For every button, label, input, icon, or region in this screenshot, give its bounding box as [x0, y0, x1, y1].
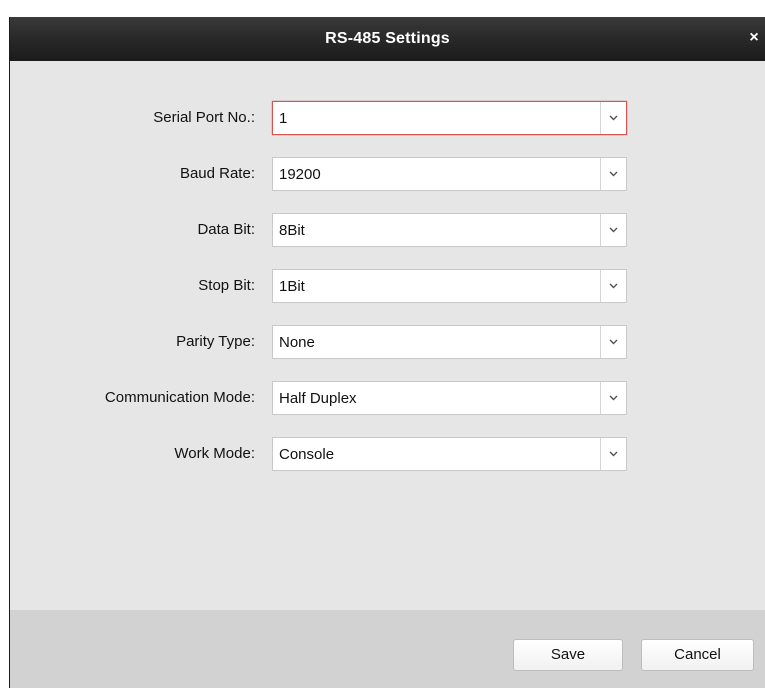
- dialog-titlebar: RS-485 Settings ×: [10, 17, 765, 61]
- save-button[interactable]: Save: [513, 639, 623, 671]
- work-mode-value: Console: [279, 446, 335, 463]
- baud-rate-row: Baud Rate: 19200: [10, 157, 765, 193]
- serial-port-select[interactable]: 1: [272, 101, 627, 135]
- chevron-down-icon[interactable]: [600, 382, 626, 414]
- stop-bit-value: 1Bit: [279, 278, 305, 295]
- communication-mode-select[interactable]: Half Duplex: [272, 381, 627, 415]
- data-bit-label: Data Bit:: [197, 221, 255, 238]
- work-mode-select[interactable]: Console: [272, 437, 627, 471]
- communication-mode-value: Half Duplex: [279, 390, 357, 407]
- communication-mode-label: Communication Mode:: [104, 389, 255, 406]
- serial-port-row: Serial Port No.: 1: [10, 101, 765, 137]
- parity-type-label: Parity Type:: [176, 333, 255, 350]
- baud-rate-select[interactable]: 19200: [272, 157, 627, 191]
- chevron-down-icon[interactable]: [600, 326, 626, 358]
- chevron-down-icon[interactable]: [600, 158, 626, 190]
- chevron-down-icon[interactable]: [600, 438, 626, 470]
- communication-mode-row: Communication Mode: Half Duplex: [10, 381, 765, 417]
- data-bit-row: Data Bit: 8Bit: [10, 213, 765, 249]
- dialog-footer: Save Cancel: [10, 610, 765, 688]
- parity-type-value: None: [279, 334, 315, 351]
- data-bit-select[interactable]: 8Bit: [272, 213, 627, 247]
- rs485-settings-dialog: RS-485 Settings × Serial Port No.: 1 Bau…: [9, 17, 765, 688]
- data-bit-value: 8Bit: [279, 222, 305, 239]
- parity-type-row: Parity Type: None: [10, 325, 765, 361]
- baud-rate-value: 19200: [279, 166, 321, 183]
- chevron-down-icon[interactable]: [600, 214, 626, 246]
- serial-port-label: Serial Port No.:: [153, 109, 255, 126]
- stop-bit-row: Stop Bit: 1Bit: [10, 269, 765, 305]
- parity-type-select[interactable]: None: [272, 325, 627, 359]
- baud-rate-label: Baud Rate:: [179, 165, 255, 182]
- dialog-title: RS-485 Settings: [325, 30, 450, 47]
- serial-port-value: 1: [279, 110, 288, 127]
- stop-bit-label: Stop Bit:: [198, 277, 255, 294]
- cancel-button[interactable]: Cancel: [641, 639, 754, 671]
- stop-bit-select[interactable]: 1Bit: [272, 269, 627, 303]
- work-mode-label: Work Mode:: [174, 445, 255, 462]
- work-mode-row: Work Mode: Console: [10, 437, 765, 473]
- chevron-down-icon[interactable]: [600, 270, 626, 302]
- chevron-down-icon[interactable]: [600, 102, 626, 134]
- close-icon[interactable]: ×: [745, 28, 763, 48]
